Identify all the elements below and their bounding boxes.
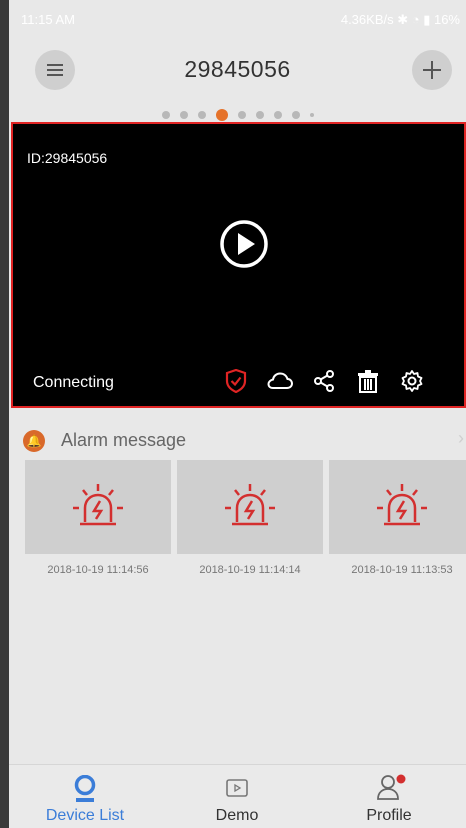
alarm-timestamp: 2018-10-19 11:14:56 bbox=[47, 564, 149, 576]
siren-icon bbox=[73, 484, 123, 526]
alarm-badge-icon: 🔔 bbox=[23, 430, 45, 452]
pager-dot[interactable] bbox=[255, 111, 264, 119]
tab-demo[interactable]: Demo bbox=[161, 765, 313, 828]
share-button[interactable] bbox=[311, 368, 337, 394]
alarm-item[interactable]: 2018-10-19 11:14:56 bbox=[25, 460, 171, 576]
plus-icon bbox=[423, 61, 441, 79]
app-screen: 11:15 AM 4.36KB/s ✱ ◔ ▮ 16% 29845056 ID:… bbox=[9, 0, 466, 828]
status-time: 11:15 AM bbox=[21, 12, 75, 27]
connection-status: Connecting bbox=[33, 374, 114, 391]
tab-label: Device List bbox=[45, 807, 125, 824]
video-icon bbox=[226, 779, 248, 797]
tab-label: Demo bbox=[215, 807, 259, 824]
chevron-right-icon[interactable]: › bbox=[458, 428, 464, 449]
pager-dot[interactable] bbox=[291, 111, 300, 119]
shield-button[interactable] bbox=[223, 368, 249, 394]
settings-button[interactable] bbox=[399, 368, 425, 394]
pager-dot[interactable] bbox=[161, 111, 170, 119]
alarm-timestamp: 2018-10-19 11:13:53 bbox=[351, 564, 453, 576]
person-icon bbox=[377, 774, 406, 800]
alarm-title: Alarm message bbox=[61, 430, 187, 450]
camera-icon bbox=[74, 775, 96, 802]
status-icons: ✱ ◔ ▮ bbox=[397, 12, 434, 27]
siren-icon bbox=[377, 484, 427, 526]
delete-icon bbox=[358, 370, 378, 393]
delete-button[interactable] bbox=[355, 368, 381, 394]
cloud-icon bbox=[267, 372, 293, 389]
alarm-thumbnails: 2018-10-19 11:14:56 2018-10-19 11:14:14 bbox=[25, 460, 466, 580]
alarm-item[interactable]: 2018-10-19 11:13:53 bbox=[329, 460, 466, 576]
pager-dot[interactable] bbox=[273, 111, 282, 119]
share-icon bbox=[314, 370, 334, 392]
cloud-button[interactable] bbox=[267, 368, 293, 394]
add-device-button[interactable] bbox=[412, 50, 452, 90]
play-icon[interactable] bbox=[219, 219, 269, 269]
status-right: 4.36KB/s ✱ ◔ ▮ 16% bbox=[341, 12, 460, 28]
tab-profile[interactable]: Profile bbox=[313, 765, 465, 828]
settings-icon bbox=[401, 370, 423, 392]
alarm-timestamp: 2018-10-19 11:14:14 bbox=[199, 564, 301, 576]
pager-dot[interactable] bbox=[237, 111, 246, 119]
alarm-section-header[interactable]: 🔔 Alarm message › bbox=[23, 428, 466, 454]
pager-dots bbox=[9, 108, 466, 122]
tab-device-list[interactable]: Device List bbox=[9, 765, 161, 828]
bottom-nav: Device List Demo Profile bbox=[9, 764, 466, 828]
app-header: 29845056 bbox=[9, 40, 466, 100]
alarm-item[interactable]: 2018-10-19 11:14:14 bbox=[177, 460, 323, 576]
device-id: ID:29845056 bbox=[27, 150, 108, 166]
network-speed: 4.36KB/s bbox=[340, 12, 394, 27]
video-controls bbox=[223, 368, 425, 398]
pager-dot-active[interactable] bbox=[215, 109, 228, 121]
page-title: 29845056 bbox=[184, 56, 291, 82]
status-bar: 11:15 AM 4.36KB/s ✱ ◔ ▮ 16% bbox=[9, 0, 466, 40]
pager-dot[interactable] bbox=[179, 111, 188, 119]
siren-icon bbox=[225, 484, 275, 526]
pager-dot[interactable] bbox=[197, 111, 206, 119]
pager-dot[interactable] bbox=[309, 113, 314, 117]
tab-label: Profile bbox=[366, 807, 412, 824]
video-panel[interactable]: ID:29845056 Connecting bbox=[11, 122, 466, 408]
shield-icon bbox=[225, 369, 247, 393]
battery-level: 16% bbox=[433, 12, 460, 27]
